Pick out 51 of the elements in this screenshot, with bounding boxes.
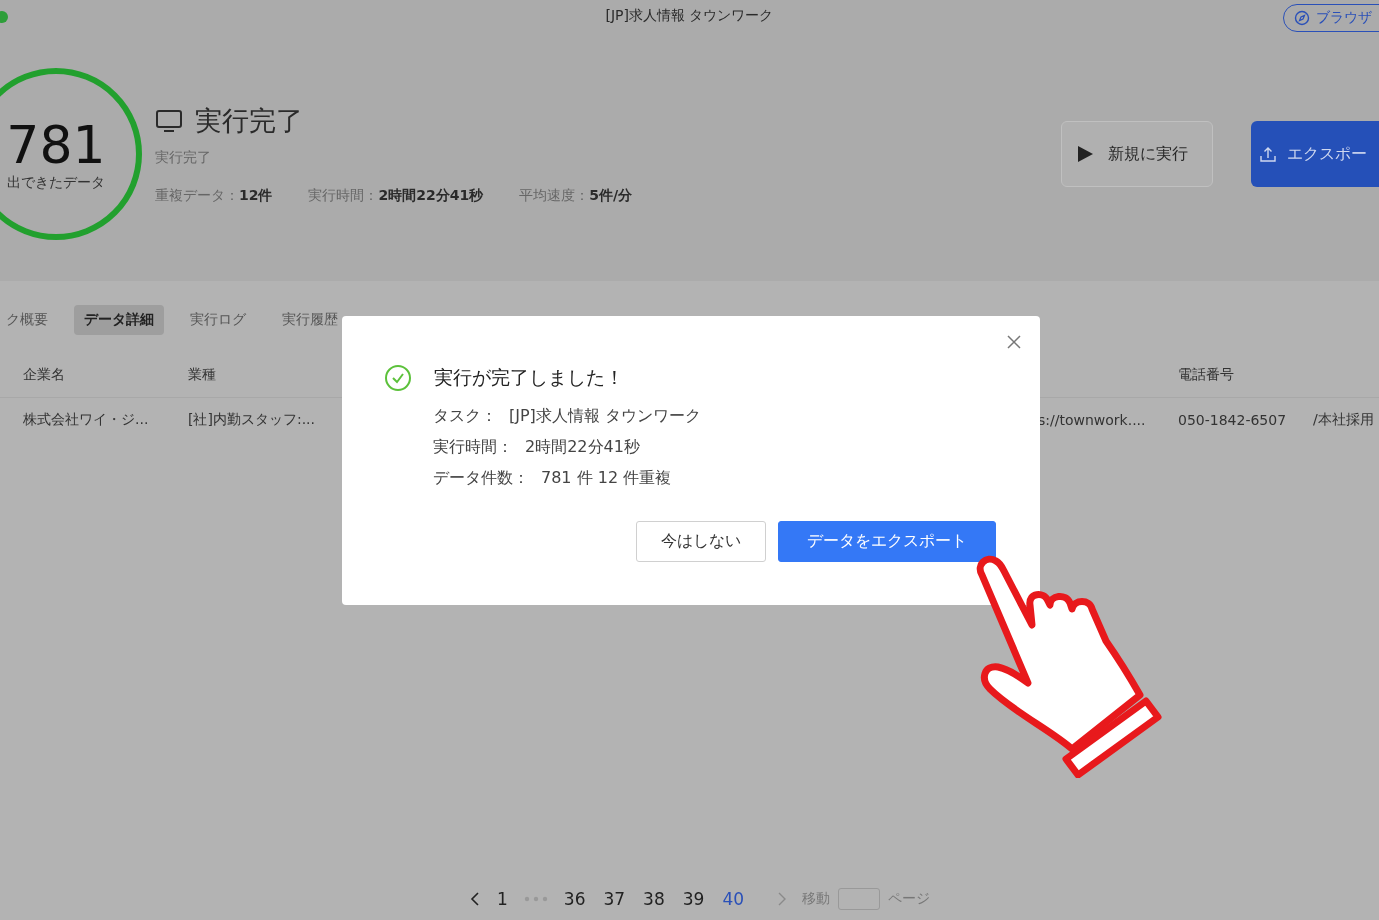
detail-label: データ件数： (433, 468, 529, 489)
table-cell: /本社採用 (1313, 411, 1374, 429)
detail-label: 実行時間： (433, 437, 513, 458)
stat-value: 5件/分 (589, 187, 633, 203)
tab[interactable]: 実行履歴 (272, 305, 348, 335)
page-link[interactable]: 37 (601, 889, 628, 909)
stat-label: 重複データ： (155, 187, 239, 203)
column-header: 企業名 (23, 366, 65, 384)
tab[interactable]: 実行ログ (180, 305, 256, 335)
run-button[interactable]: 新規に実行 (1061, 121, 1213, 187)
column-header: 電話番号 (1178, 366, 1234, 384)
stat-value: 2時間22分41秒 (378, 187, 484, 203)
ellipsis-icon (523, 895, 548, 903)
play-icon (1076, 145, 1094, 163)
status-title: 実行完了 (195, 104, 303, 138)
check-circle-icon (384, 364, 412, 392)
status-subtitle: 実行完了 (155, 149, 212, 167)
result-count-label: 出できたデータ (7, 174, 105, 192)
table-cell: 050-1842-6507 (1178, 412, 1287, 428)
column-header: 業種 (188, 366, 216, 384)
upload-icon (1259, 145, 1277, 163)
dialog-title: 実行が完了しました！ (434, 365, 624, 390)
detail-label: タスク： (433, 406, 497, 427)
dismiss-button[interactable]: 今はしない (636, 521, 766, 562)
detail-value: 781 件 12 件重複 (541, 468, 672, 489)
detail-value: [JP]求人情報 タウンワーク (509, 406, 701, 427)
stat-label: 実行時間： (308, 187, 379, 203)
detail-value: 2時間22分41秒 (525, 437, 640, 458)
page-link[interactable]: 36 (561, 889, 588, 909)
table-cell: [社]内勤スタッフ:... (188, 411, 315, 429)
window-title: [JP]求人情報 タウンワーク (605, 7, 774, 25)
page-link[interactable]: 40 (720, 889, 746, 909)
compass-icon (1294, 10, 1310, 26)
tab[interactable]: ク概要 (0, 305, 58, 335)
stat-value: 12件 (239, 187, 273, 203)
export-data-button[interactable]: データをエクスポート (778, 521, 996, 562)
close-icon (1007, 335, 1021, 349)
chevron-right-icon (776, 891, 788, 907)
chevron-left-icon (469, 891, 481, 907)
result-count: 781 (6, 116, 106, 174)
tab[interactable]: データ詳細 (74, 305, 164, 335)
page-link[interactable]: 1 (495, 889, 510, 909)
stat-label: 平均速度： (519, 187, 590, 203)
export-button[interactable]: エクスポー (1251, 121, 1379, 187)
page-input-field[interactable] (838, 888, 880, 910)
page-link[interactable]: 39 (680, 889, 707, 909)
table-cell: s://townwork.... (1038, 412, 1146, 428)
table-cell: 株式会社ワイ・ジ... (23, 411, 149, 429)
page-link[interactable]: 38 (641, 889, 667, 909)
monitor-icon (155, 109, 183, 133)
jump-label: 移動 (802, 890, 830, 908)
